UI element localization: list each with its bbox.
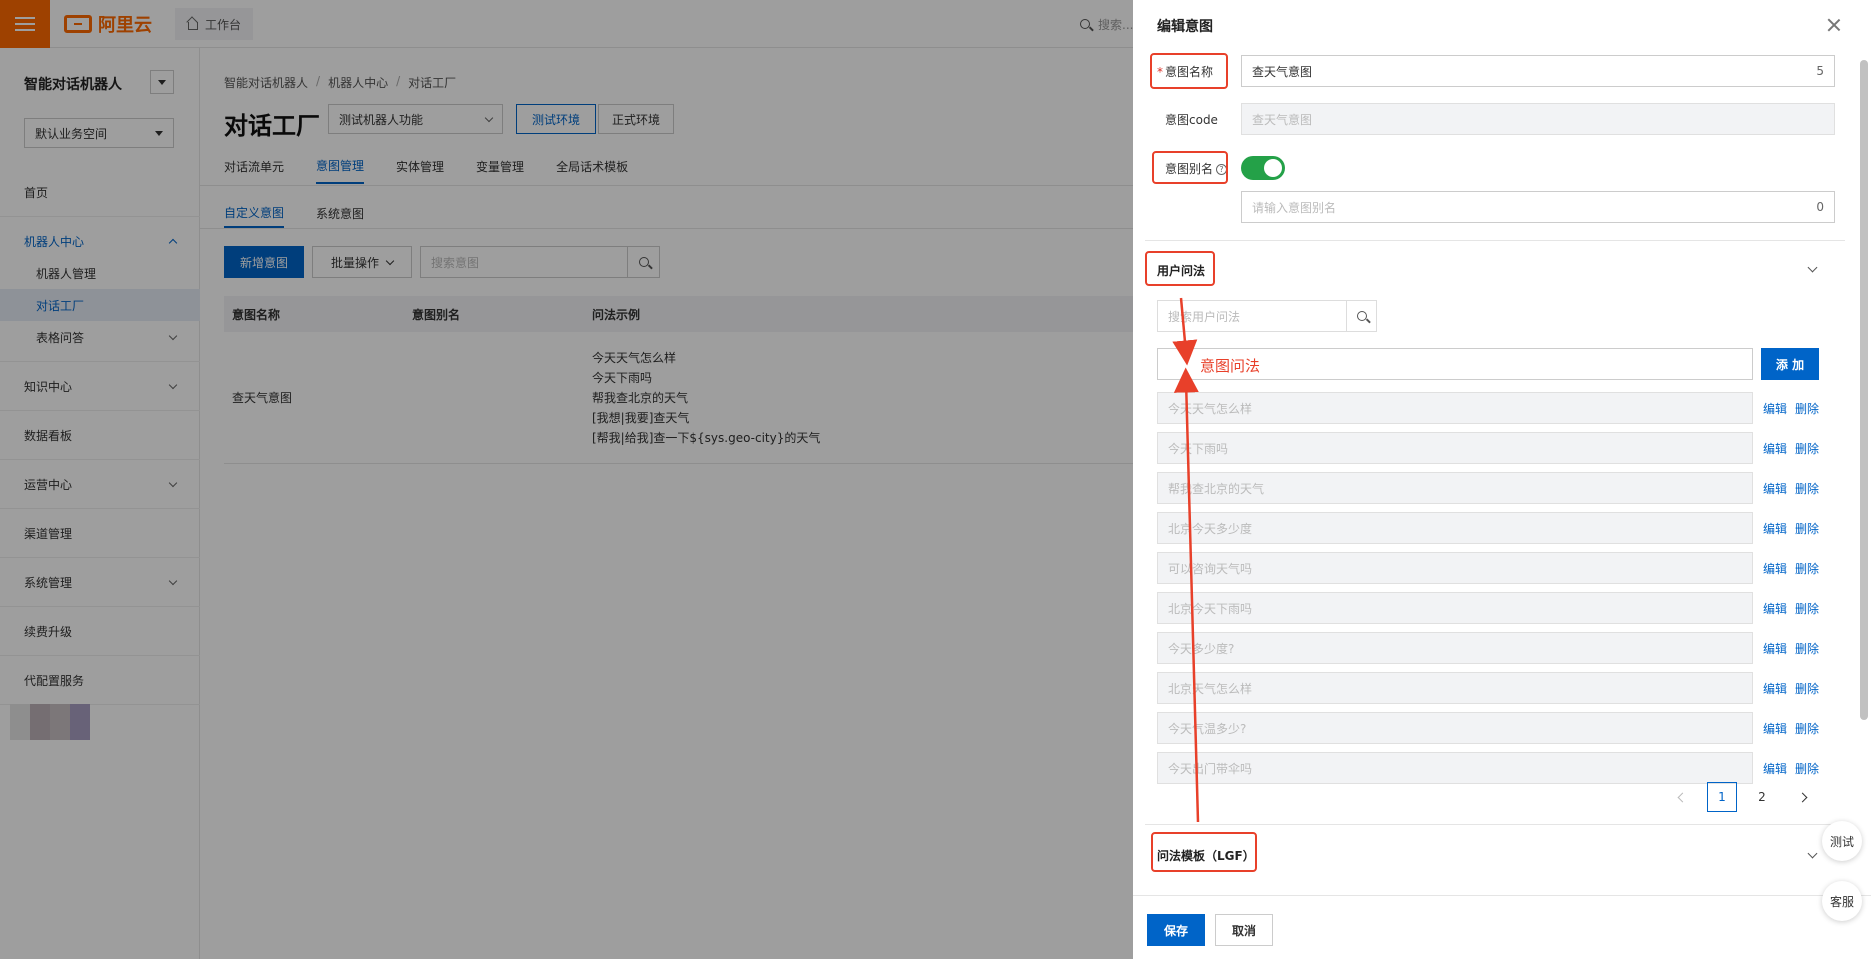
chevron-down-icon[interactable] xyxy=(1807,262,1818,273)
edit-link[interactable]: 编辑 xyxy=(1763,680,1787,697)
edit-link[interactable]: 编辑 xyxy=(1763,520,1787,537)
chevron-down-icon[interactable] xyxy=(1807,848,1818,859)
question-input[interactable]: 北京今天多少度 xyxy=(1157,512,1753,544)
customer-service-float-button[interactable]: 客服 xyxy=(1822,881,1862,921)
list-item: 今天多少度? 编辑 删除 xyxy=(1157,628,1847,668)
list-item: 北京今天多少度 编辑 删除 xyxy=(1157,508,1847,548)
delete-link[interactable]: 删除 xyxy=(1795,440,1819,457)
question-input[interactable]: 可以咨询天气吗 xyxy=(1157,552,1753,584)
edit-link[interactable]: 编辑 xyxy=(1763,560,1787,577)
delete-link[interactable]: 删除 xyxy=(1795,720,1819,737)
search-icon xyxy=(1356,311,1367,321)
edit-link[interactable]: 编辑 xyxy=(1763,600,1787,617)
char-count: 5 xyxy=(1816,64,1824,78)
section-divider xyxy=(1145,240,1845,241)
question-input[interactable]: 北京天气怎么样 xyxy=(1157,672,1753,704)
close-icon[interactable] xyxy=(1827,18,1841,32)
next-page-button[interactable] xyxy=(1787,782,1817,812)
question-list: 今天天气怎么样 编辑 删除 今天下雨吗 编辑 删除 帮我查北京的天气 编辑 删除 北京今天多… xyxy=(1157,388,1847,788)
drawer-title: 编辑意图 xyxy=(1157,19,1213,35)
edit-link[interactable]: 编辑 xyxy=(1763,400,1787,417)
delete-link[interactable]: 删除 xyxy=(1795,640,1819,657)
add-question-button[interactable]: 添 加 xyxy=(1761,348,1819,380)
test-float-button[interactable]: 测试 xyxy=(1822,821,1862,861)
list-item: 帮我查北京的天气 编辑 删除 xyxy=(1157,468,1847,508)
edit-link[interactable]: 编辑 xyxy=(1763,760,1787,777)
delete-link[interactable]: 删除 xyxy=(1795,480,1819,497)
edit-link[interactable]: 编辑 xyxy=(1763,480,1787,497)
alias-input[interactable]: 请输入意图别名 0 xyxy=(1241,191,1835,223)
question-input[interactable]: 今天下雨吗 xyxy=(1157,432,1753,464)
delete-link[interactable]: 删除 xyxy=(1795,520,1819,537)
intent-code-label: 意图code xyxy=(1165,113,1218,127)
question-search-input[interactable]: 搜索用户问法 xyxy=(1157,300,1377,332)
edit-link[interactable]: 编辑 xyxy=(1763,640,1787,657)
chevron-left-icon xyxy=(1677,792,1687,802)
list-item: 今天下雨吗 编辑 删除 xyxy=(1157,428,1847,468)
annotation-box xyxy=(1145,251,1215,286)
delete-link[interactable]: 删除 xyxy=(1795,600,1819,617)
list-item: 今天天气怎么样 编辑 删除 xyxy=(1157,388,1847,428)
edit-link[interactable]: 编辑 xyxy=(1763,720,1787,737)
edit-intent-drawer: 编辑意图 * 意图名称 查天气意图 5 意图code 查天气意图 意图别名? 请输… xyxy=(1133,0,1871,959)
prev-page-button[interactable] xyxy=(1667,782,1697,812)
intent-code-input: 查天气意图 xyxy=(1241,103,1835,135)
char-count: 0 xyxy=(1816,200,1824,214)
question-input[interactable]: 北京今天下雨吗 xyxy=(1157,592,1753,624)
drawer-scrollbar[interactable] xyxy=(1860,60,1868,720)
section-divider xyxy=(1145,824,1845,825)
annotation-box xyxy=(1152,151,1228,184)
list-item: 北京天气怎么样 编辑 删除 xyxy=(1157,668,1847,708)
list-item: 北京今天下雨吗 编辑 删除 xyxy=(1157,588,1847,628)
annotation-label: 意图问法 xyxy=(1200,357,1261,375)
delete-link[interactable]: 删除 xyxy=(1795,400,1819,417)
list-item: 今天气温多少? 编辑 删除 xyxy=(1157,708,1847,748)
question-search-placeholder: 搜索用户问法 xyxy=(1168,309,1241,324)
question-input[interactable]: 今天多少度? xyxy=(1157,632,1753,664)
alias-toggle[interactable] xyxy=(1241,156,1285,180)
page-button[interactable]: 2 xyxy=(1747,782,1777,812)
intent-code-value: 查天气意图 xyxy=(1252,112,1313,127)
edit-link[interactable]: 编辑 xyxy=(1763,440,1787,457)
delete-link[interactable]: 删除 xyxy=(1795,680,1819,697)
question-input[interactable]: 帮我查北京的天气 xyxy=(1157,472,1753,504)
cancel-button[interactable]: 取消 xyxy=(1215,914,1273,946)
annotation-box xyxy=(1151,832,1257,872)
intent-name-input[interactable]: 查天气意图 5 xyxy=(1241,55,1835,87)
delete-link[interactable]: 删除 xyxy=(1795,560,1819,577)
modal-overlay[interactable] xyxy=(0,0,1133,959)
question-search-button[interactable] xyxy=(1346,301,1376,331)
chevron-right-icon xyxy=(1797,792,1807,802)
question-input[interactable]: 今天出门带伞吗 xyxy=(1157,752,1753,784)
annotation-box xyxy=(1150,53,1228,89)
delete-link[interactable]: 删除 xyxy=(1795,760,1819,777)
intent-name-value: 查天气意图 xyxy=(1252,64,1313,79)
save-button[interactable]: 保存 xyxy=(1147,914,1205,946)
drawer-footer: 保存 取消 xyxy=(1133,895,1871,959)
alias-placeholder: 请输入意图别名 xyxy=(1252,200,1337,215)
question-input[interactable]: 今天气温多少? xyxy=(1157,712,1753,744)
page-button[interactable]: 1 xyxy=(1707,782,1737,812)
question-input[interactable]: 今天天气怎么样 xyxy=(1157,392,1753,424)
pagination: 1 2 xyxy=(1667,782,1817,812)
list-item: 可以咨询天气吗 编辑 删除 xyxy=(1157,548,1847,588)
